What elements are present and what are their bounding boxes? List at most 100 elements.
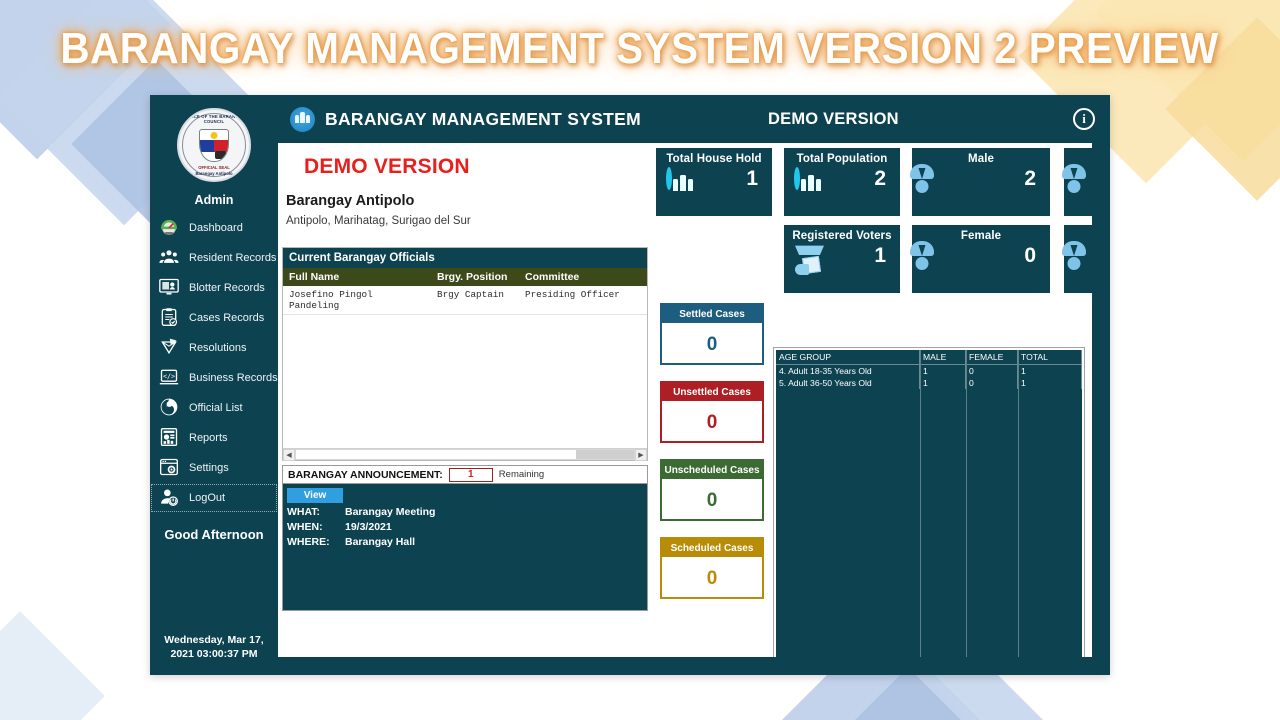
stat-card-title: Female bbox=[960, 230, 1002, 242]
scrollbar-thumb[interactable] bbox=[576, 450, 634, 459]
sidebar: OFFICE OF THE BARANGAY COUNCIL OFFICIAL … bbox=[150, 95, 278, 675]
report-chart-icon bbox=[159, 427, 181, 449]
application-window: OFFICE OF THE BARANGAY COUNCIL OFFICIAL … bbox=[150, 95, 1110, 675]
decor-square-blue-7 bbox=[0, 611, 105, 720]
stat-card-value: 2 bbox=[1024, 167, 1036, 190]
officials-rows[interactable]: Josefino Pingol Pandeling Brgy Captain Pre… bbox=[283, 286, 647, 448]
case-card-scheduled-cases[interactable]: Scheduled Cases 0 bbox=[660, 537, 764, 599]
announcement-fields: WHAT: Barangay Meeting WHEN: 19/3/2021 WHERE… bbox=[283, 506, 647, 548]
table-row[interactable]: Josefino Pingol Pandeling Brgy Captain Pre… bbox=[283, 286, 647, 315]
gear-window-icon bbox=[159, 457, 181, 479]
stat-card-senior[interactable]: SENIOR0 bbox=[1062, 148, 1092, 216]
app-title: BARANGAY MANAGEMENT SYSTEM bbox=[325, 108, 642, 129]
stat-card-value: 1 bbox=[874, 244, 886, 267]
seal-top-text: OFFICE OF THE BARANGAY COUNCIL bbox=[183, 114, 245, 124]
sidebar-item-dashboard[interactable]: Dashboard bbox=[150, 213, 278, 243]
case-card-value: 0 bbox=[706, 334, 718, 355]
sidebar-item-reports[interactable]: Reports bbox=[150, 423, 278, 453]
stat-card-value: 2 bbox=[874, 167, 886, 190]
age-col-agegroup: AGE GROUP bbox=[776, 350, 920, 364]
officials-col-position: Brgy. Position bbox=[437, 271, 508, 283]
announcement-count[interactable]: 1 bbox=[448, 467, 493, 482]
people-group-icon bbox=[159, 247, 181, 269]
admin-username: Admin bbox=[194, 193, 234, 207]
screenshot-root: BARANGAY MANAGEMENT SYSTEM VERSION 2 PRE… bbox=[0, 0, 1280, 720]
barangay-people-logo-icon bbox=[290, 106, 315, 132]
announcement-field: WHAT: Barangay Meeting bbox=[287, 506, 647, 518]
view-announcement-button[interactable]: View bbox=[287, 488, 343, 503]
stat-card-title: Total Population bbox=[796, 153, 888, 165]
case-card-value: 0 bbox=[706, 568, 718, 589]
svg-text:</>: </> bbox=[163, 372, 175, 380]
cell-male: 1 bbox=[920, 377, 966, 389]
cell-female: 0 bbox=[966, 365, 1018, 377]
sidebar-item-resolutions[interactable]: Resolutions bbox=[150, 333, 278, 363]
info-circle-icon[interactable]: i bbox=[1073, 108, 1095, 130]
announcement-field-key: WHEN: bbox=[287, 521, 323, 533]
sidebar-item-label: Reports bbox=[189, 432, 228, 444]
table-row[interactable]: 5. Adult 36-50 Years Old 1 0 1 bbox=[776, 377, 1082, 389]
table-row[interactable]: 4. Adult 18-35 Years Old 1 0 1 bbox=[776, 365, 1082, 377]
barangay-name: Barangay Antipolo bbox=[286, 193, 415, 209]
sidebar-item-label: LogOut bbox=[189, 492, 226, 504]
sidebar-item-logout[interactable]: LogOut bbox=[150, 483, 278, 513]
clipboard-check-icon bbox=[159, 307, 181, 329]
stat-card-pwd[interactable]: PWD0 bbox=[1062, 225, 1092, 293]
code-laptop-icon: </> bbox=[159, 367, 181, 389]
announcement-field: WHERE: Barangay Hall bbox=[287, 536, 647, 548]
demo-version-header-label: DEMO VERSION bbox=[768, 109, 899, 128]
stat-card-title: SENIOR bbox=[1064, 148, 1092, 165]
sidebar-item-label: Dashboard bbox=[189, 222, 243, 234]
cell-female: 0 bbox=[966, 377, 1018, 389]
current-officials-panel: Current Barangay Officials Full Name Brg… bbox=[282, 247, 648, 461]
sidebar-item-label: Official List bbox=[189, 402, 243, 414]
stat-card-male[interactable]: Male 2 bbox=[910, 148, 1050, 216]
sidebar-item-cases-records[interactable]: Cases Records bbox=[150, 303, 278, 333]
greeting-text: Good Afternoon bbox=[164, 527, 264, 542]
age-group-table[interactable]: AGE GROUP MALE FEMALE TOTAL 4. Adult 18-… bbox=[774, 348, 1084, 657]
case-card-title: Scheduled Cases bbox=[662, 539, 762, 557]
stat-card-female[interactable]: Female 0 bbox=[910, 225, 1050, 293]
seal-bottom-text: Barangay Antipolo bbox=[195, 171, 233, 176]
sidebar-item-business-records[interactable]: </> Business Records bbox=[150, 363, 278, 393]
announcement-label: BARANGAY ANNOUNCEMENT: bbox=[288, 468, 443, 481]
case-card-value: 0 bbox=[706, 490, 718, 511]
cell-committee: Presiding Officer bbox=[525, 289, 620, 300]
sidebar-item-resident-records[interactable]: Resident Records bbox=[150, 243, 278, 273]
scroll-left-arrow-icon[interactable]: ◀ bbox=[283, 448, 295, 461]
case-card-value: 0 bbox=[706, 412, 718, 433]
stat-card-total-house-hold[interactable]: Total House Hold 1 bbox=[656, 148, 772, 216]
announcement-header: BARANGAY ANNOUNCEMENT: 1 Remaining bbox=[283, 466, 647, 484]
population-ring-icon bbox=[794, 167, 821, 191]
sidebar-item-label: Resident Records bbox=[189, 252, 277, 264]
case-card-settled-cases[interactable]: Settled Cases 0 bbox=[660, 303, 764, 365]
announcement-field-key: WHERE: bbox=[287, 536, 330, 548]
person-badge-icon bbox=[159, 397, 181, 419]
stat-card-total-population[interactable]: Total Population 2 bbox=[784, 148, 900, 216]
stat-card-registered-voters[interactable]: Registered Voters 1 bbox=[784, 225, 900, 293]
scroll-right-arrow-icon[interactable]: ▶ bbox=[635, 448, 647, 461]
seal-mid-text: OFFICIAL SEAL bbox=[198, 165, 230, 170]
cell-fullname: Josefino Pingol Pandeling bbox=[289, 289, 373, 311]
age-col-male: MALE bbox=[920, 350, 966, 364]
sidebar-item-blotter-records[interactable]: Blotter Records bbox=[150, 273, 278, 303]
clock-time: 2021 03:00:37 PM bbox=[170, 648, 258, 660]
clock-date: Wednesday, Mar 17, bbox=[164, 634, 264, 646]
age-table-rows: 4. Adult 18-35 Years Old 1 0 1 5. Adult 36-5… bbox=[776, 365, 1082, 389]
announcement-field: WHEN: 19/3/2021 bbox=[287, 521, 647, 533]
officials-horizontal-scrollbar[interactable]: ◀ ▶ bbox=[283, 448, 647, 461]
barangay-address: Antipolo, Marihatag, Surigao del Sur bbox=[286, 215, 471, 227]
announcement-field-value: 19/3/2021 bbox=[345, 521, 392, 533]
sidebar-nav: Dashboard Resident Records Blotter Records… bbox=[150, 213, 278, 513]
case-card-title: Settled Cases bbox=[662, 305, 762, 323]
announcement-remaining: Remaining bbox=[498, 469, 545, 480]
announcement-panel: BARANGAY ANNOUNCEMENT: 1 Remaining View … bbox=[282, 465, 648, 611]
scrollbar-track[interactable] bbox=[295, 449, 635, 460]
case-card-title: Unscheduled Cases bbox=[662, 461, 762, 479]
sidebar-item-settings[interactable]: Settings bbox=[150, 453, 278, 483]
case-card-unscheduled-cases[interactable]: Unscheduled Cases 0 bbox=[660, 459, 764, 521]
case-card-unsettled-cases[interactable]: Unsettled Cases 0 bbox=[660, 381, 764, 443]
sidebar-item-label: Resolutions bbox=[189, 342, 247, 354]
top-header-bar: BARANGAY MANAGEMENT SYSTEM DEMO VERSION … bbox=[278, 95, 1110, 143]
sidebar-item-official-list[interactable]: Official List bbox=[150, 393, 278, 423]
